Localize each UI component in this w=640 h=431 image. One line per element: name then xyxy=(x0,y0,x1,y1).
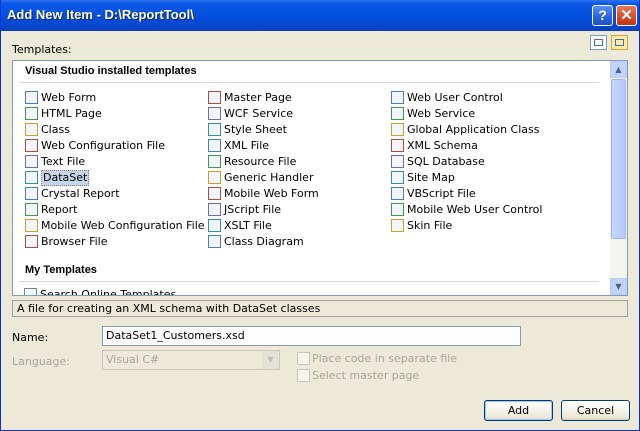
language-value: Visual C# xyxy=(106,353,160,366)
chevron-down-icon: ▼ xyxy=(262,351,279,369)
global-application-class-icon xyxy=(391,123,404,136)
html-page-icon xyxy=(25,107,38,120)
group-divider xyxy=(19,281,599,282)
sql-database-icon xyxy=(391,155,404,168)
report-icon xyxy=(25,203,38,216)
templates-list[interactable]: Visual Studio installed templates Web Fo… xyxy=(12,60,628,296)
web-configuration-file-icon xyxy=(25,139,38,152)
master-page-label: Select master page xyxy=(312,369,420,382)
template-item-label: Web Configuration File xyxy=(41,139,165,152)
window-title: Add New Item - D:\ReportTool\ xyxy=(7,7,194,22)
name-input[interactable]: DataSet1_Customers.xsd xyxy=(102,326,521,346)
generic-handler-icon xyxy=(208,171,221,184)
add-button[interactable]: Add xyxy=(484,400,553,421)
small-icons-view-button[interactable] xyxy=(611,35,628,50)
small-icons-icon xyxy=(615,39,624,46)
class-diagram-icon xyxy=(208,235,221,248)
separate-file-label: Place code in separate file xyxy=(312,352,458,365)
browser-file-icon xyxy=(25,235,38,248)
cancel-button[interactable]: Cancel xyxy=(561,400,630,421)
templates-label: Templates: xyxy=(12,43,72,56)
template-item-label: VBScript File xyxy=(407,187,476,200)
scroll-up-icon[interactable]: ▲ xyxy=(610,61,627,78)
large-icons-icon xyxy=(594,39,603,46)
template-item-label: HTML Page xyxy=(41,107,102,120)
template-item-label: Master Page xyxy=(224,91,292,104)
add-new-item-dialog: Add New Item - D:\ReportTool\ ? ✕ Templa… xyxy=(0,0,640,431)
mobile-web-user-control-icon xyxy=(391,203,404,216)
template-item-label: Class Diagram xyxy=(224,235,304,248)
template-item-label: XSLT File xyxy=(224,219,272,232)
mobile-web-form-icon xyxy=(208,187,221,200)
language-label: Language: xyxy=(12,355,70,368)
resource-file-icon xyxy=(208,155,221,168)
search-online-icon xyxy=(24,288,37,295)
style-sheet-icon xyxy=(208,123,221,136)
template-item-label: Mobile Web Configuration File xyxy=(41,219,205,232)
template-item-label: Site Map xyxy=(407,171,455,184)
template-item-label: Skin File xyxy=(407,219,453,232)
template-item-label: XML File xyxy=(224,139,270,152)
template-item-label: Mobile Web Form xyxy=(224,187,319,200)
xml-file-icon xyxy=(208,139,221,152)
wcf-service-icon xyxy=(208,107,221,120)
text-file-icon xyxy=(25,155,38,168)
template-item-label: Web User Control xyxy=(407,91,503,104)
template-item-label: Resource File xyxy=(224,155,297,168)
skin-file-icon xyxy=(391,219,404,232)
web-form-icon xyxy=(25,91,38,104)
template-item-label: SQL Database xyxy=(407,155,485,168)
scroll-thumb[interactable] xyxy=(611,79,626,239)
template-item-label: XML Schema xyxy=(407,139,478,152)
group-header-installed: Visual Studio installed templates xyxy=(25,65,197,77)
help-button[interactable]: ? xyxy=(592,5,613,26)
close-button[interactable]: ✕ xyxy=(616,5,637,26)
separate-file-checkbox[interactable] xyxy=(297,352,310,365)
jscript-file-icon xyxy=(208,203,221,216)
mobile-web-configuration-file-icon xyxy=(25,219,38,232)
template-item-label: Class xyxy=(41,123,70,136)
template-item-label: Generic Handler xyxy=(224,171,314,184)
site-map-icon xyxy=(391,171,404,184)
template-item-label: Search Online Templates... xyxy=(40,288,187,296)
vertical-scrollbar[interactable]: ▲ ▼ xyxy=(610,61,627,295)
master-page-checkbox[interactable] xyxy=(297,369,310,382)
template-item-label: Mobile Web User Control xyxy=(407,203,543,216)
xml-schema-icon xyxy=(391,139,404,152)
template-item-label: Global Application Class xyxy=(407,123,540,136)
template-item-label: Report xyxy=(41,203,78,216)
language-select[interactable]: Visual C# ▼ xyxy=(102,350,280,370)
web-user-control-icon xyxy=(391,91,404,104)
template-item-label: DataSet xyxy=(41,170,90,186)
vbscript-file-icon xyxy=(391,187,404,200)
group-divider xyxy=(19,82,599,83)
template-description: A file for creating an XML schema with D… xyxy=(12,300,628,317)
large-icons-view-button[interactable] xyxy=(590,35,607,50)
template-item-label: Web Form xyxy=(41,91,97,104)
group-header-my-templates: My Templates xyxy=(25,264,97,276)
name-label: Name: xyxy=(12,331,49,344)
template-item-label: Web Service xyxy=(407,107,476,120)
template-item-label: Crystal Report xyxy=(41,187,120,200)
template-item-label: WCF Service xyxy=(224,107,294,120)
template-item-label: Text File xyxy=(41,155,86,168)
title-bar[interactable]: Add New Item - D:\ReportTool\ ? ✕ xyxy=(1,0,639,31)
template-item-label: JScript File xyxy=(224,203,282,216)
master-page-icon xyxy=(208,91,221,104)
crystal-report-icon xyxy=(25,187,38,200)
dataset-icon xyxy=(25,171,38,184)
web-service-icon xyxy=(391,107,404,120)
template-item-label: Browser File xyxy=(41,235,108,248)
template-item-label: Style Sheet xyxy=(224,123,287,136)
xslt-file-icon xyxy=(208,219,221,232)
class-icon xyxy=(25,123,38,136)
scroll-down-icon[interactable]: ▼ xyxy=(610,278,627,295)
